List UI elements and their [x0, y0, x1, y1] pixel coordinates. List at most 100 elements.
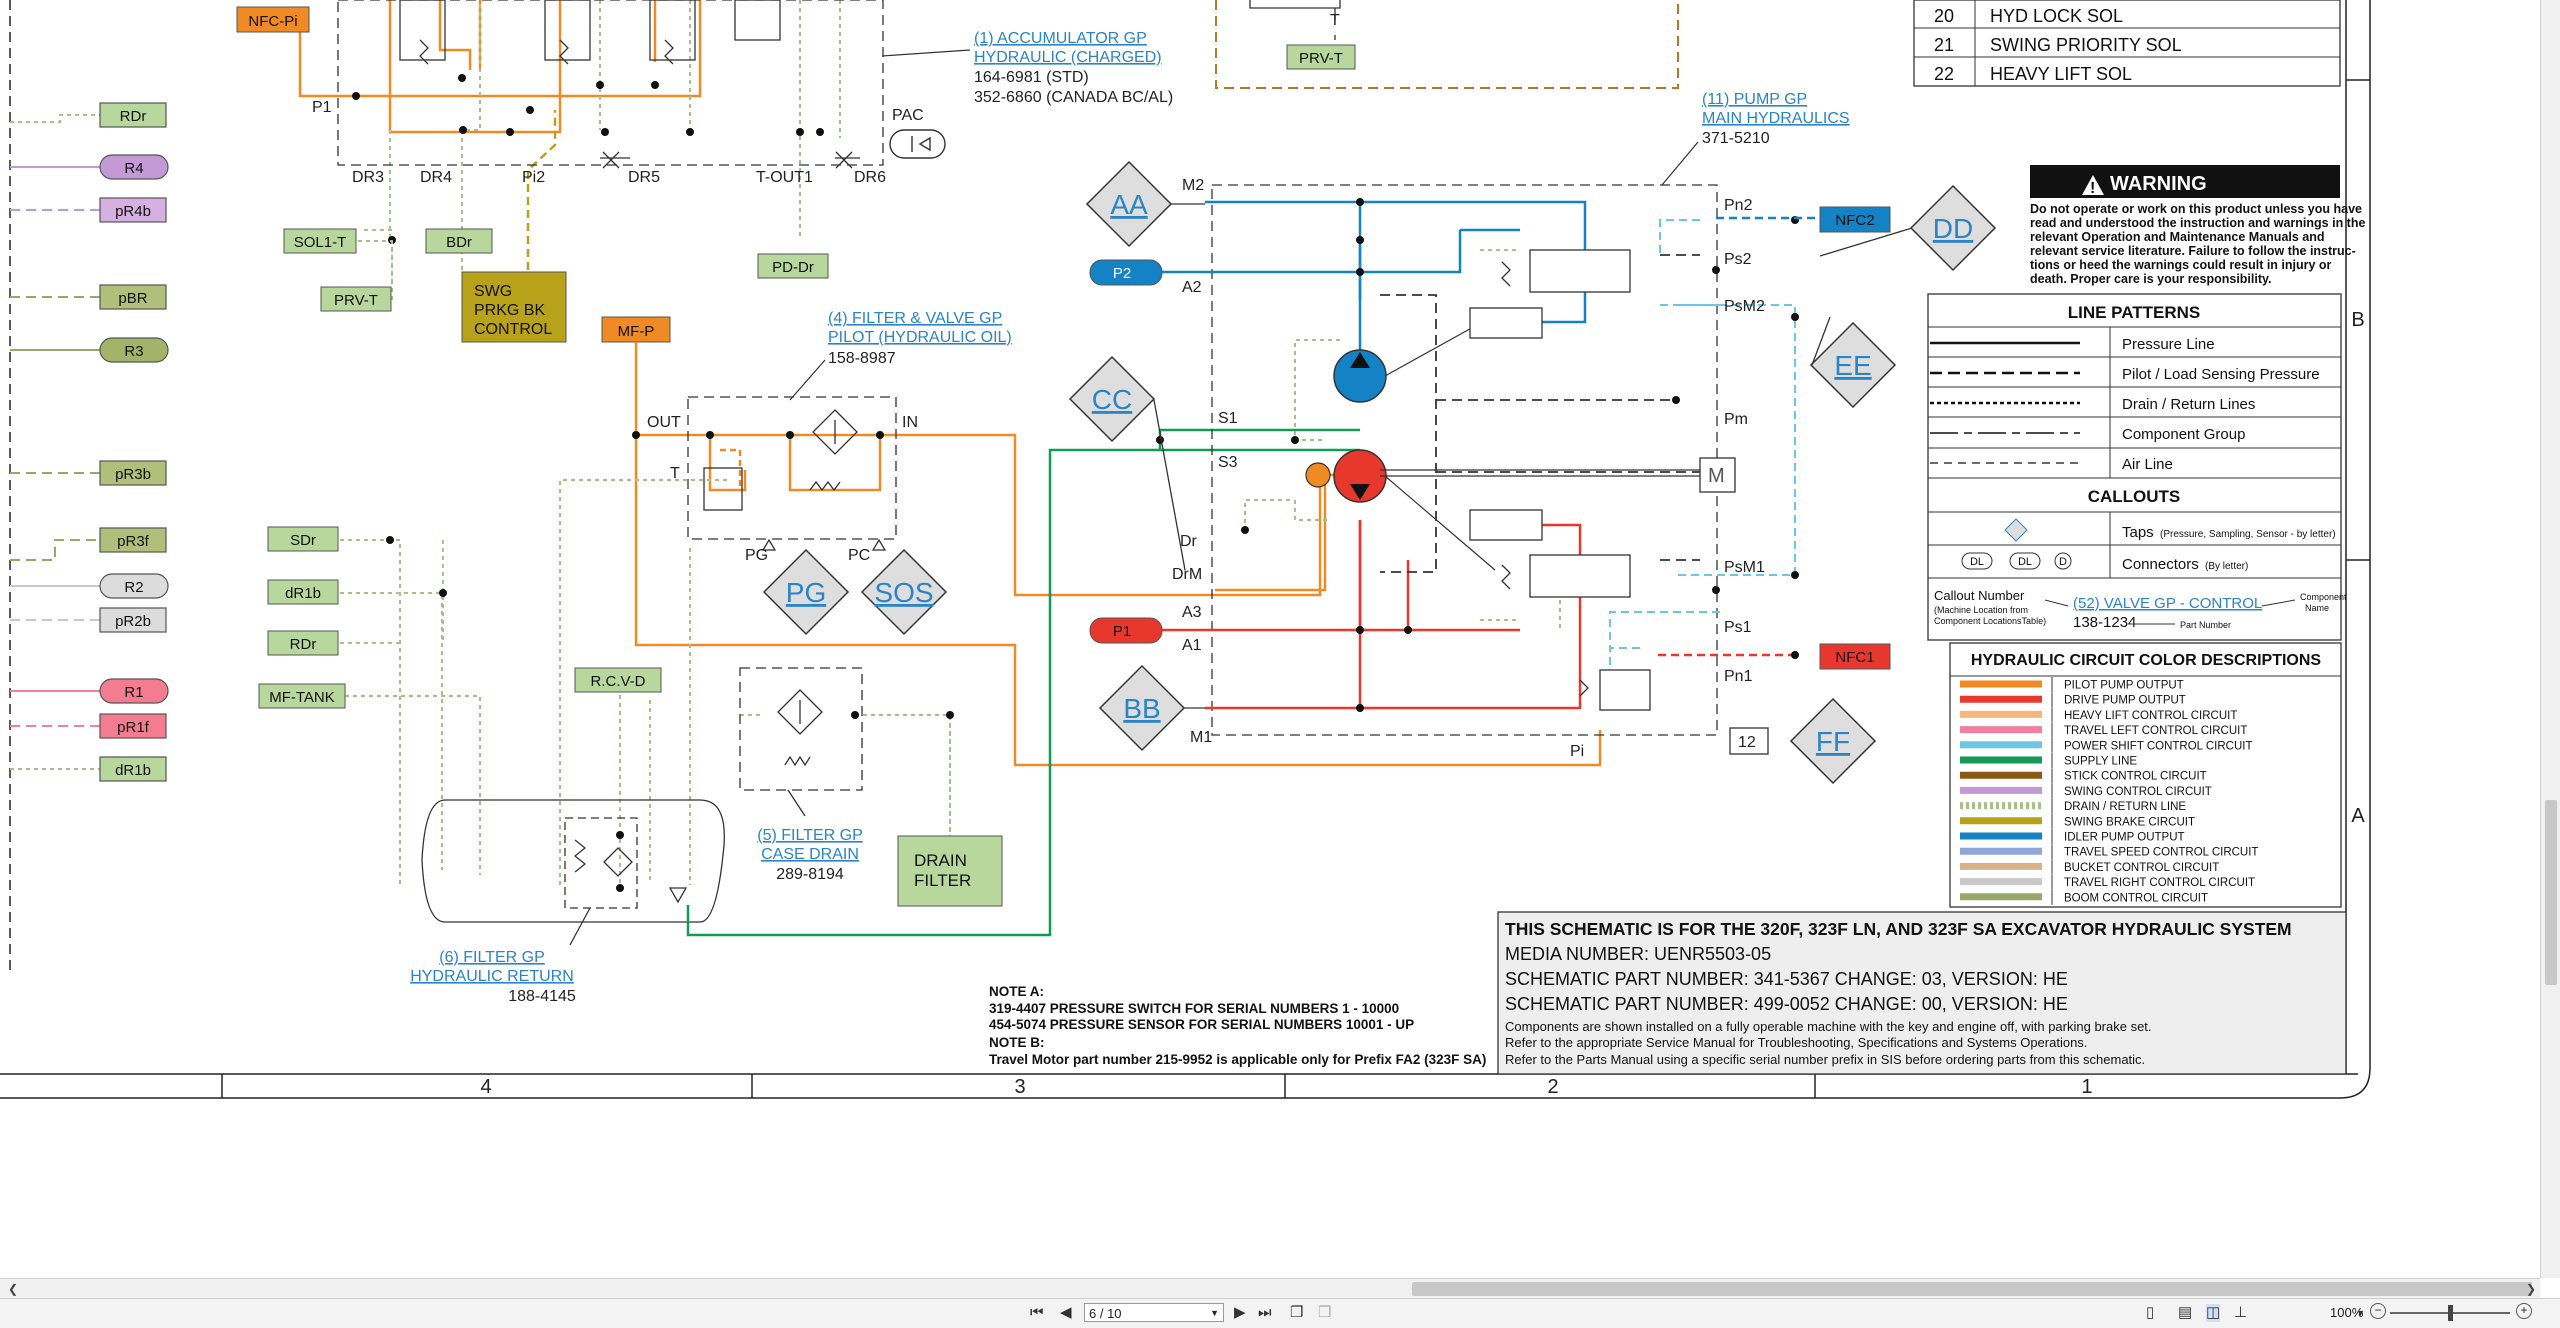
- callout-filter4-part: 158-8987: [828, 350, 896, 367]
- scroll-left-arrow-icon[interactable]: ❮: [4, 1279, 22, 1299]
- connector-glyph: D: [2059, 556, 2067, 568]
- tag-text: RDr: [120, 108, 147, 125]
- case-drain-filter: [739, 667, 863, 817]
- supply-line-2: [1158, 428, 1360, 450]
- callout-example-part: 138-1234: [2073, 614, 2136, 631]
- note-a-title: NOTE A:: [989, 984, 1044, 999]
- color-label: SWING CONTROL CIRCUIT: [2064, 786, 2212, 798]
- pump-lines: [1100, 200, 1800, 710]
- tap-label: CC: [1092, 384, 1132, 415]
- continuous-view-icon[interactable]: ▤: [2178, 1304, 2192, 1322]
- schematic-page: 4 3 2 1 B A RDr R4 pR4b pBR R3 pR3b pR3f…: [0, 0, 2371, 1099]
- chevron-down-icon[interactable]: ▼: [1210, 1304, 1219, 1323]
- tag-text: BDr: [446, 234, 472, 251]
- tag-text: MF-P: [618, 323, 655, 340]
- grid-row-b: B: [2351, 309, 2364, 331]
- tag-text: R.C.V-D: [590, 673, 645, 690]
- zoom-slider-knob[interactable]: [2448, 1305, 2453, 1321]
- last-page-icon[interactable]: ⏭: [1258, 1304, 1272, 1322]
- callout-filter6-link2: HYDRAULIC RETURN: [410, 968, 574, 985]
- legend-item: Drain / Return Lines: [2122, 396, 2255, 413]
- swg-line2: PRKG BK: [474, 302, 545, 319]
- swg-line3: CONTROL: [474, 321, 552, 338]
- zoom-in-icon[interactable]: +: [2516, 1303, 2532, 1319]
- tap-cc[interactable]: CC: [1068, 355, 1156, 443]
- callout-filter4-link2: PILOT (HYDRAULIC OIL): [828, 329, 1012, 346]
- label-pn1: Pn1: [1724, 668, 1753, 685]
- next-page-icon[interactable]: ▶: [1234, 1304, 1246, 1322]
- tap-pg[interactable]: PG: [762, 548, 850, 636]
- tag-rdr-left: RDr: [99, 102, 167, 128]
- tag-text: P1: [1113, 623, 1131, 640]
- swg-prkg-bk-control: SWG PRKG BK CONTROL: [461, 271, 567, 343]
- label-pc: PC: [848, 547, 870, 564]
- tag-prvt-top: PRV-T: [1286, 44, 1356, 70]
- tag-text: NFC1: [1835, 649, 1874, 666]
- label-drm: DrM: [1172, 566, 1202, 583]
- grid-col-1: 1: [2081, 1076, 2092, 1098]
- control-valve-body: [337, 0, 884, 169]
- callout-pump-part: 371-5210: [1702, 130, 1770, 147]
- pump-dots: [1156, 198, 1799, 712]
- callout-number-label: Callout Number: [1934, 588, 2025, 603]
- callout-filter6-link1: (6) FILTER GP: [439, 949, 545, 966]
- tap-sos[interactable]: SOS: [860, 548, 948, 636]
- label-ps1: Ps1: [1724, 619, 1752, 636]
- title-note2: Refer to the appropriate Service Manual …: [1505, 1035, 2087, 1050]
- title-note3: Refer to the Parts Manual using a specif…: [1505, 1052, 2145, 1067]
- tap-dd[interactable]: DD: [1909, 184, 1997, 272]
- tag-pr3b: pR3b: [99, 460, 167, 486]
- fit-width-icon[interactable]: ⊥: [2234, 1304, 2247, 1322]
- paste-page-icon[interactable]: ❐: [1318, 1304, 1331, 1322]
- callouts-title: CALLOUTS: [2088, 487, 2181, 506]
- callout-example-name: Name: [2305, 603, 2329, 613]
- scroll-right-arrow-icon[interactable]: ❯: [2522, 1279, 2540, 1299]
- callout-filter5-link1: (5) FILTER GP: [757, 827, 863, 844]
- warning-line: relevant Operation and Maintenance Manua…: [2030, 230, 2325, 244]
- svg-text:HYD LOCK SOL: HYD LOCK SOL: [1990, 6, 2123, 26]
- callout-number-sub2: Component LocationsTable): [1934, 616, 2046, 626]
- first-page-icon[interactable]: ⏮: [1030, 1304, 1044, 1322]
- tap-ff[interactable]: FF: [1789, 697, 1877, 785]
- tag-nfc1: NFC1: [1819, 643, 1891, 670]
- color-label: HEAVY LIFT CONTROL CIRCUIT: [2064, 710, 2237, 722]
- zoom-out-icon[interactable]: −: [2370, 1303, 2386, 1319]
- horizontal-scroll-thumb[interactable]: [1412, 1282, 2532, 1296]
- title-line-main: THIS SCHEMATIC IS FOR THE 320F, 323F LN,…: [1505, 919, 2292, 939]
- tap-label: PG: [786, 577, 826, 608]
- copy-page-icon[interactable]: ❐: [1290, 1304, 1303, 1322]
- vertical-scroll-thumb[interactable]: [2545, 800, 2557, 985]
- note-a-line1: 319-4407 PRESSURE SWITCH FOR SERIAL NUMB…: [989, 1001, 1399, 1016]
- tag-pr2b: pR2b: [99, 607, 167, 633]
- warning-line: relevant service literature. Failure to …: [2030, 244, 2356, 258]
- tag-text: SOL1-T: [294, 234, 347, 251]
- svg-text:21: 21: [1934, 35, 1954, 55]
- label-pi: Pi: [1570, 743, 1584, 760]
- horizontal-scrollbar[interactable]: ❮ ❯: [0, 1278, 2540, 1299]
- swg-line1: SWG: [474, 283, 512, 300]
- pdf-viewer: 4 3 2 1 B A RDr R4 pR4b pBR R3 pR3b pR3f…: [0, 0, 2560, 1328]
- two-page-view-icon[interactable]: ◫: [2206, 1304, 2221, 1322]
- notes: NOTE A: 319-4407 PRESSURE SWITCH FOR SER…: [989, 984, 1486, 1067]
- drain-filter-line1: DRAIN: [914, 851, 967, 870]
- label-in: IN: [902, 414, 918, 431]
- callout-filter4-link1: (4) FILTER & VALVE GP: [828, 310, 1002, 327]
- grid-row-a: A: [2351, 805, 2365, 827]
- tap-label: BB: [1123, 693, 1160, 724]
- label-t: T: [670, 465, 680, 482]
- vertical-scrollbar[interactable]: [2540, 0, 2560, 1278]
- zoom-dropdown-icon[interactable]: ▼: [2356, 1304, 2365, 1322]
- label-dr6: DR6: [854, 169, 886, 186]
- tag-nfc-pi: NFC-Pi: [236, 6, 310, 33]
- title-part2: SCHEMATIC PART NUMBER: 499-0052 CHANGE: …: [1505, 994, 2068, 1014]
- zoom-slider[interactable]: [2390, 1305, 2510, 1321]
- tap-bb[interactable]: BB: [1098, 664, 1186, 752]
- label-a2: A2: [1182, 279, 1202, 296]
- label-pn2: Pn2: [1724, 197, 1753, 214]
- tap-aa[interactable]: AA: [1085, 160, 1173, 248]
- previous-page-icon[interactable]: ◀: [1060, 1304, 1072, 1322]
- pilot-filter-body: [687, 396, 897, 551]
- note-b-title: NOTE B:: [989, 1035, 1045, 1050]
- single-page-view-icon[interactable]: ▯: [2146, 1304, 2154, 1322]
- page-number-input[interactable]: 6 / 10 ▼: [1084, 1303, 1224, 1322]
